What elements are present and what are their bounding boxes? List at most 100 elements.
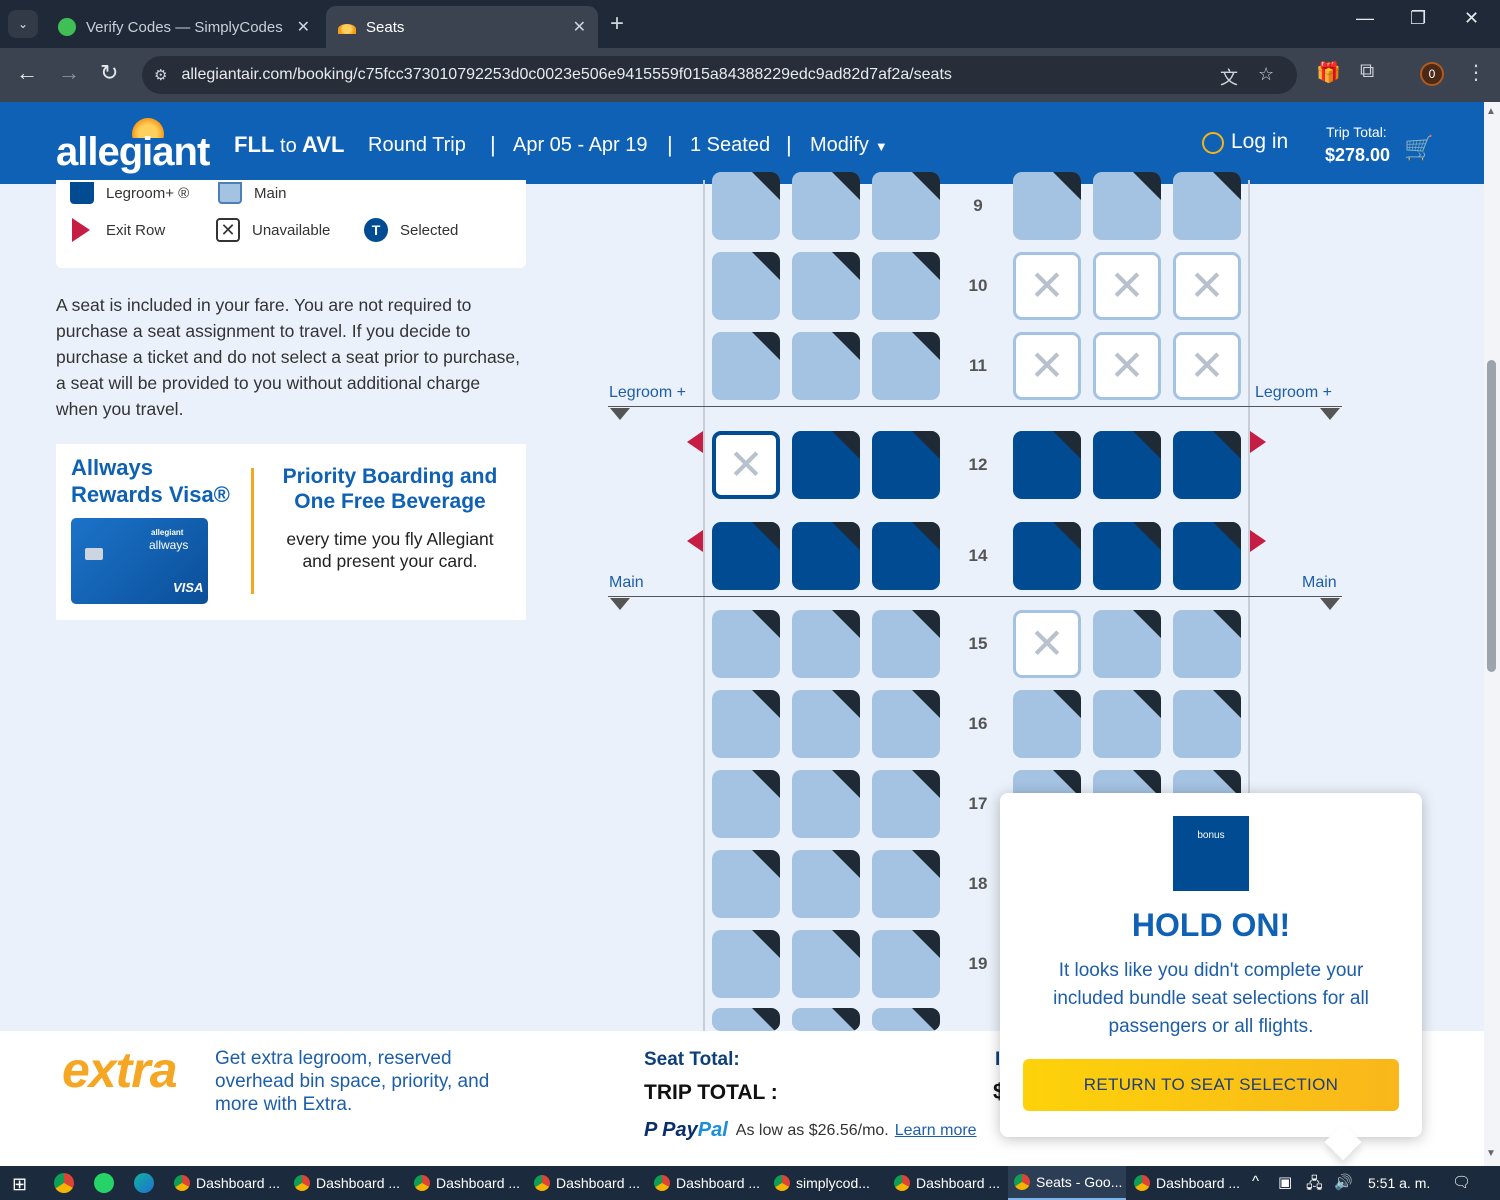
seat-available[interactable] [792,172,860,240]
seat-available[interactable] [1093,690,1161,758]
seat-available[interactable] [792,930,860,998]
seat-available[interactable] [872,690,940,758]
seat-available[interactable] [792,850,860,918]
seat-available[interactable] [712,332,780,400]
taskbar-window-button[interactable]: Dashboard ... [288,1166,406,1200]
seat-available[interactable] [872,610,940,678]
modify-dropdown[interactable]: Modify ▼ [810,134,888,157]
seat-available[interactable] [1013,172,1081,240]
reload-icon[interactable]: ↻ [100,60,118,86]
seat-available[interactable] [872,770,940,838]
windows-start-icon[interactable]: ⊞ [12,1174,27,1195]
volume-icon[interactable]: 🔊 [1334,1173,1353,1191]
seat-available[interactable] [872,252,940,320]
unavailable-x-icon: ✕ [1029,342,1065,389]
promo-divider [251,468,254,594]
chrome-icon[interactable] [54,1173,74,1193]
learn-more-link[interactable]: Learn more [895,1122,977,1140]
profile-avatar[interactable]: 0 [1420,62,1444,86]
page-scrollbar-thumb[interactable] [1487,360,1496,672]
close-tab-icon[interactable]: ✕ [297,17,310,37]
url-text[interactable]: allegiantair.com/booking/c75fcc373010792… [181,66,951,84]
seat-available[interactable] [1173,431,1241,499]
close-tab-icon[interactable]: ✕ [573,17,586,37]
scroll-up-icon[interactable]: ▲ [1486,106,1496,117]
restore-button[interactable]: ❐ [1410,8,1426,29]
edge-icon[interactable] [134,1173,154,1193]
seat-available[interactable] [712,172,780,240]
tray-app-icon[interactable]: ▣ [1278,1173,1292,1191]
seat-available[interactable] [712,850,780,918]
seat-available[interactable] [1093,522,1161,590]
seat-corner-marker [912,431,940,459]
seat-available[interactable] [792,431,860,499]
seat-available[interactable] [872,332,940,400]
seat-available[interactable] [1173,610,1241,678]
taskbar-window-button[interactable]: Dashboard ... [648,1166,766,1200]
back-arrow-icon[interactable]: ← [16,60,38,86]
notifications-icon[interactable]: 🗨 [1452,1173,1471,1191]
new-tab-button[interactable]: + [610,10,624,38]
forward-arrow-icon[interactable]: → [58,60,80,86]
seat-available[interactable] [872,431,940,499]
close-window-button[interactable]: ✕ [1464,8,1479,29]
seat-available[interactable] [872,522,940,590]
taskbar-window-button[interactable]: Dashboard ... [528,1166,646,1200]
seat-available[interactable] [872,850,940,918]
seat-available[interactable] [872,172,940,240]
seat-available[interactable] [1093,431,1161,499]
seat-available[interactable] [1013,431,1081,499]
seat-available[interactable] [792,522,860,590]
taskbar-window-button[interactable]: simplycod... [768,1166,886,1200]
seat-available[interactable] [1173,172,1241,240]
cart-icon[interactable]: 🛒 [1404,134,1434,163]
user-icon[interactable] [1202,132,1224,154]
bookmark-star-icon[interactable]: ☆ [1258,64,1274,85]
browser-menu-icon[interactable]: ⋮ [1466,60,1486,85]
taskbar-window-button[interactable]: Dashboard ... [408,1166,526,1200]
seat-available[interactable] [792,332,860,400]
seat-available[interactable] [1013,690,1081,758]
clock[interactable]: 5:51 a. m. [1368,1175,1430,1191]
login-link[interactable]: Log in [1231,130,1288,154]
allegiant-logo[interactable]: allegiant [56,130,210,175]
network-icon[interactable]: 🖧 [1306,1173,1323,1198]
seat-available[interactable] [712,252,780,320]
seat-available[interactable] [1093,610,1161,678]
seat-available[interactable] [792,690,860,758]
taskbar-window-button[interactable]: Dashboard ... [888,1166,1006,1200]
seat-available[interactable] [712,770,780,838]
seat-available[interactable] [872,1008,940,1031]
tab-seats[interactable]: Seats ✕ [326,6,598,48]
seat-available[interactable] [792,610,860,678]
tray-chevron-icon[interactable]: ^ [1252,1173,1259,1190]
translate-icon[interactable]: 文 [1220,64,1238,90]
taskbar-window-button[interactable]: Dashboard ... [168,1166,286,1200]
visa-promo-banner[interactable]: Allways Rewards Visa® allegiant allways … [56,444,526,620]
seat-available[interactable] [712,1008,780,1031]
site-info-icon[interactable]: ⚙ [154,66,167,84]
seat-available[interactable] [712,522,780,590]
tab-simplycodes[interactable]: Verify Codes — SimplyCodes ✕ [46,6,322,48]
seat-available[interactable] [792,1008,860,1031]
return-to-seat-selection-button[interactable]: RETURN TO SEAT SELECTION [1023,1059,1399,1111]
taskbar-window-button[interactable]: Dashboard ... [1128,1166,1246,1200]
seat-available[interactable] [1093,172,1161,240]
seat-available[interactable] [1173,522,1241,590]
seat-available[interactable] [712,930,780,998]
seat-available[interactable] [1173,690,1241,758]
scroll-down-icon[interactable]: ▼ [1486,1148,1496,1159]
taskbar-window-button[interactable]: Seats - Goo... [1008,1166,1126,1200]
extension-gift-icon[interactable]: 🎁 [1316,60,1341,85]
seat-available[interactable] [712,690,780,758]
seat-available[interactable] [712,610,780,678]
seat-available[interactable] [792,252,860,320]
whatsapp-icon[interactable] [94,1173,114,1193]
minimize-button[interactable]: — [1356,8,1374,29]
seat-available[interactable] [792,770,860,838]
extensions-puzzle-icon[interactable]: ⧉ [1360,60,1374,83]
address-bar[interactable]: ⚙ allegiantair.com/booking/c75fcc3730107… [142,56,1297,94]
seat-available[interactable] [872,930,940,998]
seat-available[interactable] [1013,522,1081,590]
tab-search-button[interactable]: ⌄ [8,10,38,38]
